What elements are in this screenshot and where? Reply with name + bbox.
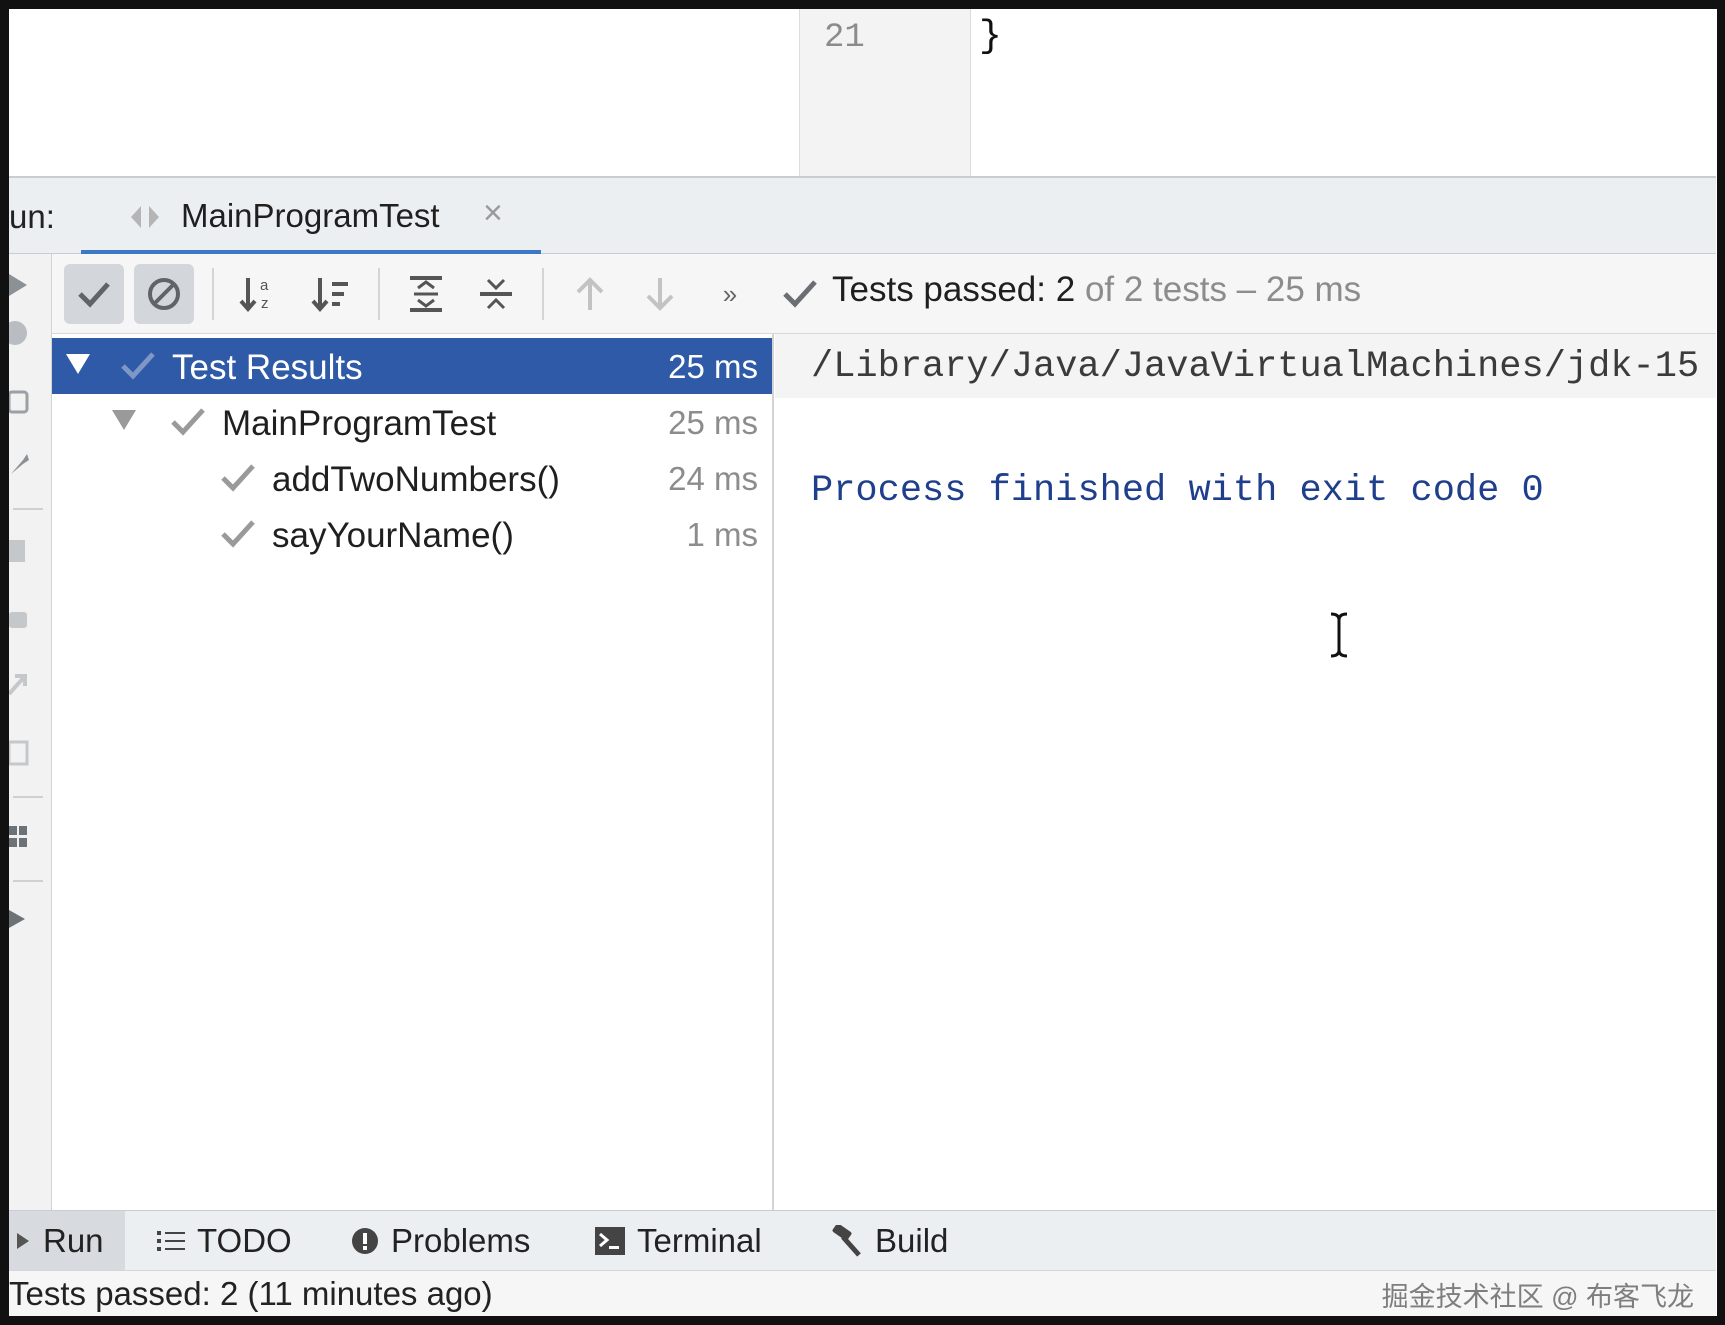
run-label: un:	[9, 198, 55, 235]
show-ignored-icon[interactable]	[134, 264, 194, 324]
previous-failed-icon[interactable]	[560, 264, 620, 324]
camera-icon[interactable]	[9, 604, 35, 634]
stop-icon[interactable]	[9, 536, 35, 566]
check-icon	[221, 520, 255, 548]
tree-row-test-results[interactable]: Test Results 25 ms	[52, 338, 772, 394]
tree-row-label: addTwoNumbers()	[272, 460, 560, 499]
tree-row-add-two-numbers[interactable]: addTwoNumbers() 24 ms	[52, 450, 772, 506]
rerun-failed-icon[interactable]	[9, 388, 35, 418]
tab-terminal[interactable]: Terminal	[595, 1211, 762, 1271]
tab-title: MainProgramTest	[181, 197, 440, 234]
test-results-tree: Test Results 25 ms MainProgramTest 25 ms…	[52, 334, 774, 1210]
tree-row-duration: 25 ms	[668, 348, 758, 385]
console-command-text: /Library/Java/JavaVirtualMachines/jdk-15	[811, 346, 1700, 388]
separator	[13, 508, 43, 510]
import-icon[interactable]	[9, 738, 35, 768]
tab-main-program-test[interactable]: MainProgramTest ×	[81, 178, 541, 256]
collapse-triangle-icon[interactable]	[112, 410, 136, 430]
check-icon	[171, 408, 205, 436]
separator	[378, 268, 380, 320]
passed-check-icon	[783, 280, 817, 308]
close-icon[interactable]: ×	[483, 194, 503, 233]
status-message[interactable]: Tests passed: 2 (11 minutes ago)	[9, 1275, 493, 1313]
code-editor[interactable]: 21 }	[9, 9, 1716, 176]
tree-row-duration: 1 ms	[686, 516, 758, 553]
test-runner-toolbar: az » Tests passed: 2 of 2 tests – 25 ms	[52, 254, 1716, 334]
tree-row-say-your-name[interactable]: sayYourName() 1 ms	[52, 506, 772, 562]
code-line[interactable]: }	[979, 15, 1002, 58]
svg-text:z: z	[261, 295, 269, 312]
terminal-icon	[595, 1227, 625, 1255]
debug-icon[interactable]	[9, 318, 35, 348]
tab-problems-label: Problems	[391, 1222, 531, 1259]
separator	[212, 268, 214, 320]
settings-wrench-icon[interactable]	[9, 450, 35, 480]
pin-icon[interactable]	[9, 904, 35, 934]
tab-run[interactable]: Run	[9, 1211, 125, 1271]
tests-passed-count: Tests passed: 2	[832, 270, 1076, 309]
tab-run-label: Run	[43, 1222, 104, 1259]
tree-row-label: sayYourName()	[272, 516, 514, 555]
sort-by-duration-icon[interactable]	[300, 264, 360, 324]
tree-row-duration: 25 ms	[668, 404, 758, 441]
separator	[542, 268, 544, 320]
tab-terminal-label: Terminal	[637, 1222, 762, 1259]
collapse-all-icon[interactable]	[466, 264, 526, 324]
next-failed-icon[interactable]	[630, 264, 690, 324]
tab-problems[interactable]: Problems	[351, 1211, 530, 1271]
tree-row-main-program-test[interactable]: MainProgramTest 25 ms	[52, 394, 772, 450]
status-bar: Tests passed: 2 (11 minutes ago) 掘金技术社区 …	[9, 1270, 1716, 1316]
svg-text:a: a	[260, 277, 269, 294]
watermark-text: 掘金技术社区 @ 布客飞龙	[1381, 1282, 1694, 1312]
separator	[13, 880, 43, 882]
collapse-triangle-icon[interactable]	[66, 354, 90, 374]
check-icon	[121, 352, 155, 380]
hammer-icon	[832, 1225, 861, 1257]
tab-todo-label: TODO	[197, 1222, 292, 1259]
expand-all-icon[interactable]	[396, 264, 456, 324]
tab-build-label: Build	[875, 1222, 949, 1259]
tab-build[interactable]: Build	[829, 1211, 948, 1271]
run-side-toolbar	[9, 254, 52, 1210]
more-icon[interactable]: »	[700, 264, 760, 324]
rerun-icon[interactable]	[9, 270, 35, 300]
run-icon	[17, 1233, 29, 1249]
tree-row-duration: 24 ms	[668, 460, 758, 497]
show-passed-icon[interactable]	[64, 264, 124, 324]
separator	[13, 796, 43, 798]
sort-alphabetically-icon[interactable]: az	[228, 264, 288, 324]
tab-todo[interactable]: TODO	[157, 1211, 292, 1271]
layout-icon[interactable]	[9, 822, 35, 852]
test-config-icon	[131, 206, 159, 228]
tests-passed-detail: of 2 tests – 25 ms	[1084, 270, 1362, 309]
line-number: 21	[824, 19, 865, 57]
problems-icon	[352, 1228, 378, 1254]
run-tool-window-header: un: MainProgramTest ×	[9, 176, 1716, 256]
console-output[interactable]: /Library/Java/JavaVirtualMachines/jdk-15…	[775, 334, 1716, 1210]
console-command-line: /Library/Java/JavaVirtualMachines/jdk-15	[775, 334, 1716, 398]
list-icon	[157, 1231, 185, 1251]
tree-row-label: Test Results	[172, 348, 363, 387]
tool-window-bar: Run TODO Problems Terminal Build	[9, 1210, 1716, 1271]
tree-row-label: MainProgramTest	[222, 404, 497, 443]
console-exit-message: Process finished with exit code 0	[811, 470, 1544, 512]
tests-passed-summary: Tests passed: 2 of 2 tests – 25 ms	[832, 270, 1361, 310]
export-icon[interactable]	[9, 670, 35, 700]
line-gutter: 21	[799, 9, 971, 176]
text-cursor-icon	[1330, 612, 1348, 658]
check-icon	[221, 464, 255, 492]
